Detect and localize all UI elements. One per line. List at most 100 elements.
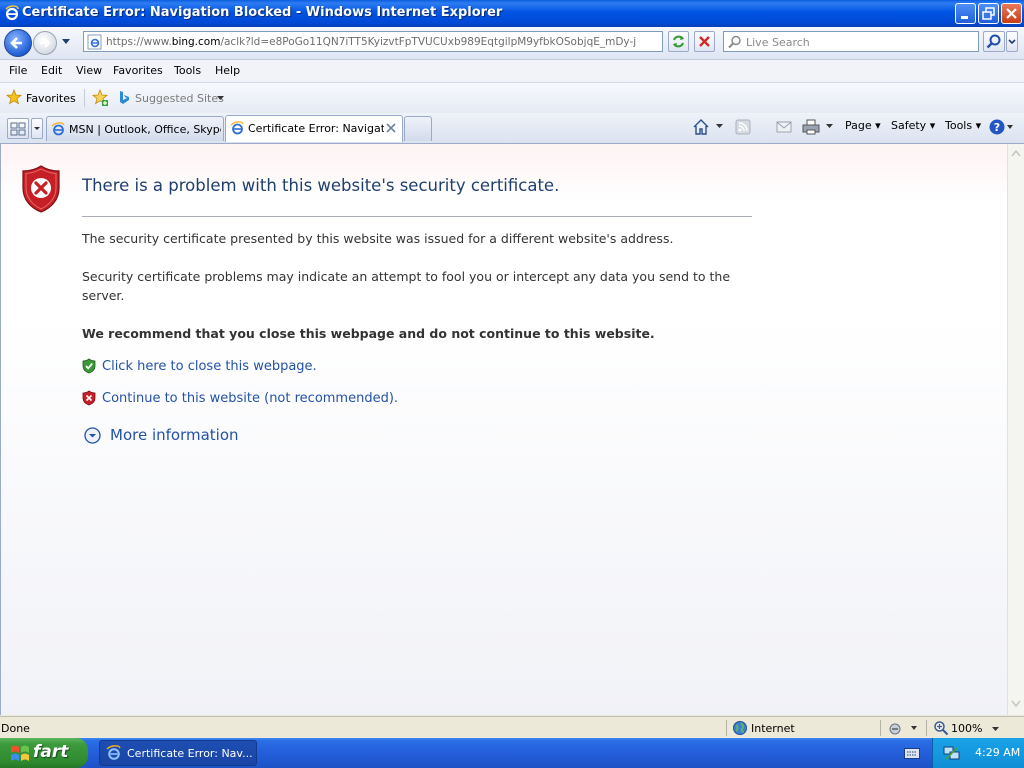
expand-circle-icon[interactable]	[84, 427, 101, 444]
more-information-link[interactable]: More information	[110, 426, 239, 444]
status-separator	[926, 720, 927, 736]
favorites-button[interactable]: Favorites	[4, 88, 76, 108]
status-separator	[880, 720, 881, 736]
search-box[interactable]: Live Search	[723, 31, 979, 52]
magnifier-icon	[986, 34, 1001, 49]
safety-menu-button[interactable]: Safety ▾	[891, 119, 935, 132]
taskbar-item-label: Certificate Error: Nav...	[127, 747, 253, 760]
restore-button[interactable]	[978, 3, 999, 24]
tools-menu-button[interactable]: Tools ▾	[945, 119, 981, 132]
status-bar: Done Internet 100%	[0, 716, 1024, 739]
print-dropdown-icon[interactable]	[826, 124, 833, 129]
taskbar-item-ie[interactable]: Certificate Error: Nav...	[99, 740, 257, 766]
close-window-button[interactable]	[1001, 3, 1022, 24]
error-paragraph-1: The security certificate presented by th…	[82, 231, 674, 246]
tab-list-button[interactable]	[31, 118, 43, 139]
start-button[interactable]: fart	[0, 738, 88, 768]
internet-globe-icon	[733, 721, 747, 735]
address-url[interactable]: https://www.bing.com/aclk?ld=e8PoGo11QN7…	[106, 36, 636, 48]
menu-tools[interactable]: Tools	[174, 64, 201, 77]
page-ie-icon	[87, 34, 102, 50]
svg-text:?: ?	[994, 121, 1000, 134]
green-shield-check-icon	[82, 358, 96, 374]
recent-pages-dropdown-icon[interactable]	[61, 38, 71, 46]
back-arrow-icon	[10, 37, 22, 49]
chevron-down-icon	[34, 127, 40, 130]
ie-page-icon	[230, 121, 244, 135]
vertical-scrollbar[interactable]	[1007, 144, 1024, 715]
red-shield-x-icon	[82, 390, 96, 406]
heading-divider	[82, 216, 752, 217]
system-tray: 4:29 AM	[932, 738, 1024, 768]
menu-view[interactable]: View	[76, 64, 102, 77]
search-options-button[interactable]	[1006, 31, 1018, 52]
status-text: Done	[1, 722, 30, 735]
page-menu-label: Page	[845, 119, 872, 132]
menu-bar: File Edit View Favorites Tools Help	[0, 60, 1024, 83]
new-tab-button[interactable]	[404, 116, 432, 141]
home-icon[interactable]	[692, 118, 710, 136]
taskbar: fart Certificate Error: Nav... 4:29 AM	[0, 738, 1024, 768]
close-tab-icon[interactable]	[386, 123, 396, 133]
favbar-separator	[84, 89, 85, 107]
error-heading: There is a problem with this website's s…	[82, 176, 560, 195]
navigation-bar: https://www.bing.com/aclk?ld=e8PoGo11QN7…	[0, 27, 1024, 60]
suggested-sites-button[interactable]: Suggested Sites	[116, 88, 226, 108]
bing-logo-icon	[120, 91, 129, 104]
continue-to-website-link[interactable]: Continue to this website (not recommende…	[102, 391, 398, 406]
tab-certificate-error[interactable]: Certificate Error: Navigati...	[225, 115, 403, 142]
feeds-icon[interactable]	[735, 119, 751, 135]
menu-help[interactable]: Help	[215, 64, 240, 77]
stop-button[interactable]	[694, 31, 715, 52]
safety-menu-label: Safety	[891, 119, 927, 132]
recommendation-text: We recommend that you close this webpage…	[82, 326, 655, 341]
clock: 4:29 AM	[975, 746, 1021, 759]
add-to-favorites-icon[interactable]	[91, 89, 109, 107]
security-zone-label[interactable]: Internet	[751, 722, 795, 735]
protected-mode-icon[interactable]	[888, 720, 918, 736]
forward-button[interactable]	[33, 31, 57, 55]
page-menu-button[interactable]: Page ▾	[845, 119, 881, 132]
favorites-bar: Favorites Suggested Sites	[0, 83, 1024, 114]
scroll-up-icon[interactable]	[1011, 149, 1021, 157]
forward-arrow-icon	[40, 38, 51, 48]
minimize-button[interactable]	[955, 3, 976, 24]
close-icon	[1006, 8, 1017, 19]
back-button[interactable]	[4, 29, 32, 57]
scroll-down-icon[interactable]	[1011, 700, 1021, 708]
title-bar[interactable]: Certificate Error: Navigation Blocked - …	[0, 0, 1024, 27]
help-button[interactable]: ?	[989, 118, 1015, 139]
zoom-level[interactable]: 100%	[951, 722, 982, 735]
restore-icon	[982, 7, 995, 20]
tab-msn[interactable]: MSN | Outlook, Office, Skype...	[46, 116, 224, 141]
minimize-icon	[961, 16, 968, 19]
help-icon: ?	[989, 119, 1013, 135]
home-dropdown-icon[interactable]	[716, 124, 723, 129]
tab-label: MSN | Outlook, Office, Skype...	[69, 123, 221, 136]
print-icon[interactable]	[802, 119, 820, 135]
read-mail-icon[interactable]	[776, 120, 792, 134]
chevron-down-icon: ▾	[929, 119, 936, 132]
menu-favorites[interactable]: Favorites	[113, 64, 163, 77]
network-icon[interactable]	[943, 745, 961, 761]
windows-flag-icon	[11, 745, 29, 761]
search-icon	[728, 35, 741, 49]
close-webpage-link[interactable]: Click here to close this webpage.	[102, 359, 317, 374]
refresh-button[interactable]	[668, 31, 689, 52]
chevron-down-icon	[217, 96, 224, 100]
menu-file[interactable]: File	[9, 64, 27, 77]
chevron-down-icon	[1008, 39, 1016, 45]
tab-bar: MSN | Outlook, Office, Skype... Certific…	[0, 113, 1024, 144]
quick-tabs-button[interactable]	[7, 118, 29, 139]
ie-logo-icon	[5, 5, 19, 21]
menu-edit[interactable]: Edit	[41, 64, 62, 77]
keyboard-icon[interactable]	[904, 748, 920, 759]
zoom-dropdown-icon[interactable]	[992, 727, 999, 732]
suggested-sites-label: Suggested Sites	[135, 92, 224, 105]
tools-menu-label: Tools	[945, 119, 973, 132]
search-button[interactable]	[983, 31, 1005, 52]
error-paragraph-2: Security certificate problems may indica…	[82, 269, 731, 303]
favorites-label: Favorites	[26, 92, 76, 105]
address-bar[interactable]: https://www.bing.com/aclk?ld=e8PoGo11QN7…	[83, 31, 746, 52]
window-title: Certificate Error: Navigation Blocked - …	[22, 5, 503, 20]
